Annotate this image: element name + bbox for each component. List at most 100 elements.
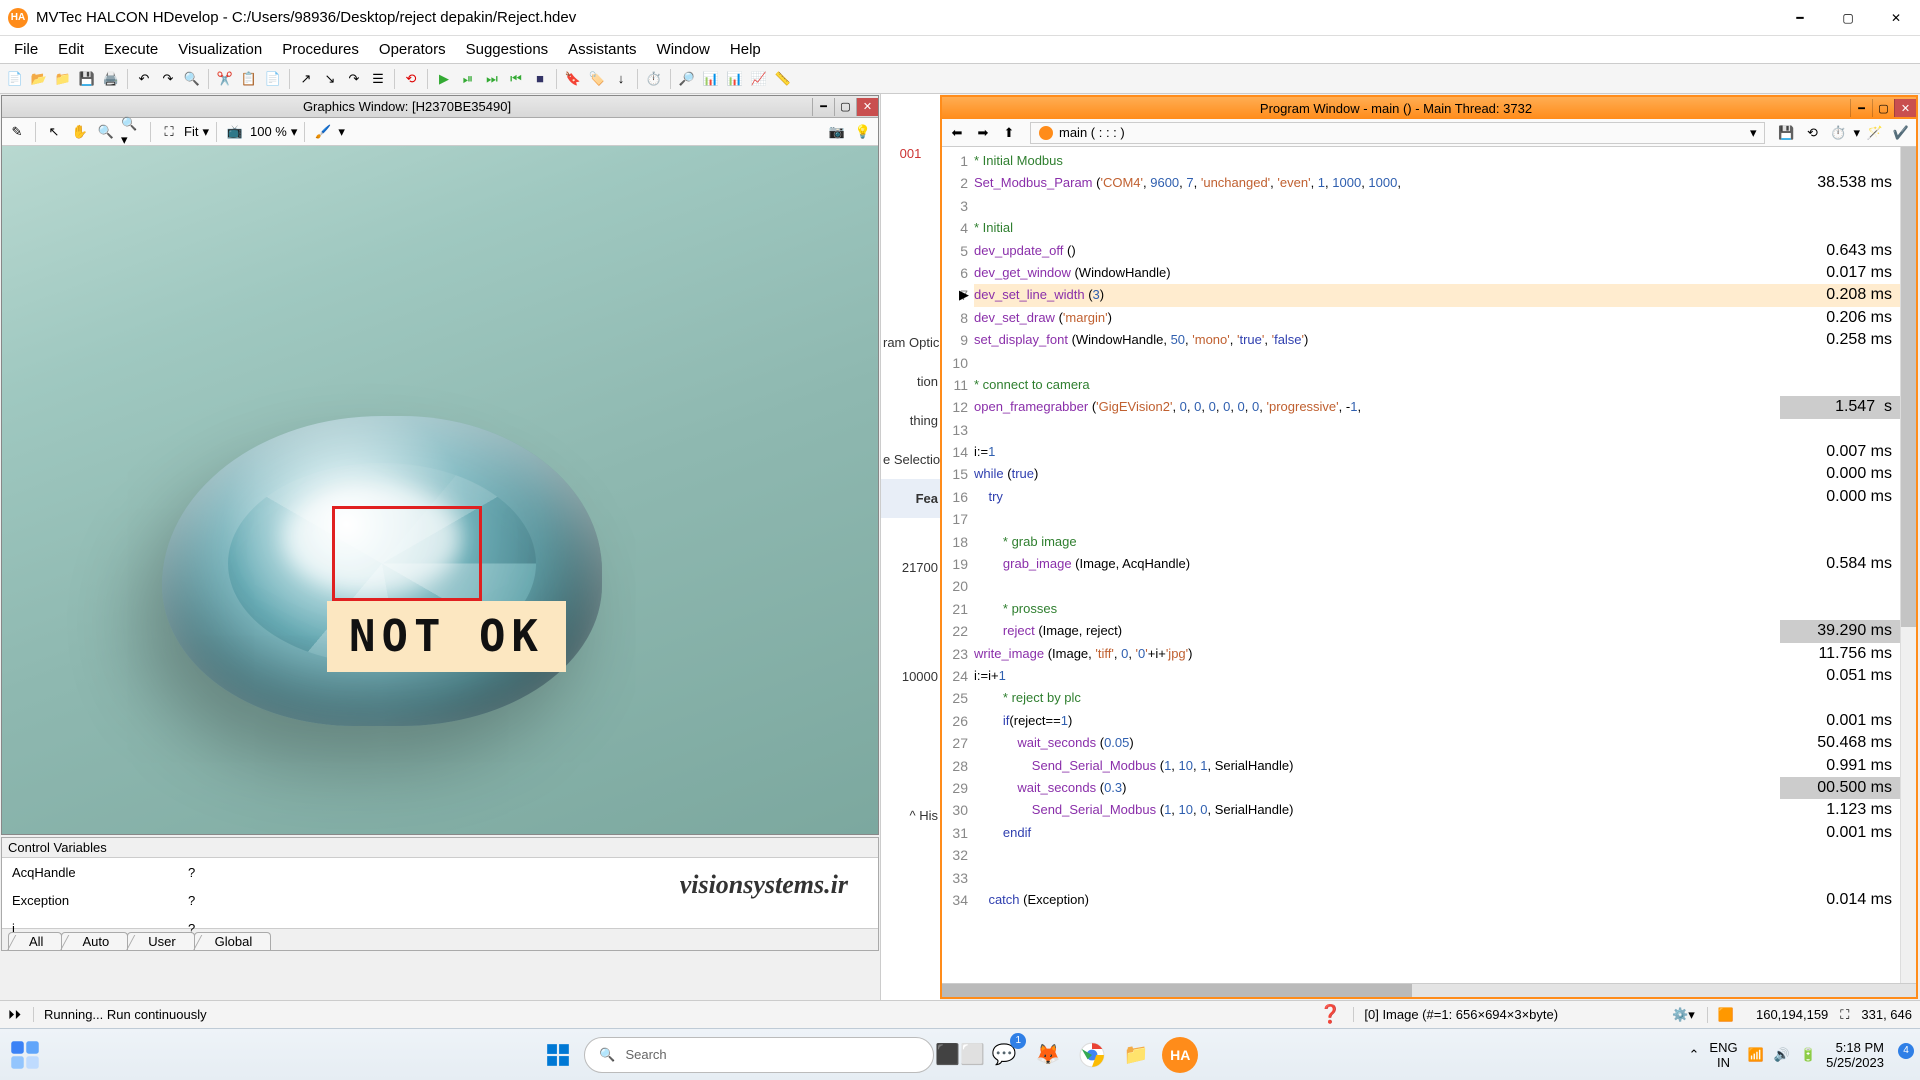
arrow-down-icon[interactable]: ↓: [610, 68, 632, 90]
code-line[interactable]: write_image (Image, 'tiff', 0, '0'+i+'jp…: [974, 643, 1900, 665]
menu-visualization[interactable]: Visualization: [168, 37, 272, 62]
maximize-button[interactable]: ▢: [1824, 0, 1872, 36]
list-icon[interactable]: ☰: [367, 68, 389, 90]
firefox-icon[interactable]: 🦊: [1030, 1037, 1066, 1073]
code-line[interactable]: wait_seconds (0.3)00.500 ms: [974, 777, 1900, 799]
task-view-icon[interactable]: ⬛⬜: [942, 1037, 978, 1073]
zoom-in-icon[interactable]: 🔍: [95, 121, 117, 143]
code-line[interactable]: * grab image: [974, 531, 1900, 553]
tab-global[interactable]: Global: [194, 932, 272, 950]
code-line[interactable]: dev_update_off ()0.643 ms: [974, 240, 1900, 262]
timer2-icon[interactable]: ⏱️: [1827, 122, 1849, 144]
code-line[interactable]: if(reject==1)0.001 ms: [974, 710, 1900, 732]
redo-icon[interactable]: ↷: [157, 68, 179, 90]
gw-maximize-button[interactable]: ▢: [834, 98, 856, 116]
code-line[interactable]: set_display_font (WindowHandle, 50, 'mon…: [974, 329, 1900, 351]
menu-help[interactable]: Help: [720, 37, 771, 62]
code-editor[interactable]: 1234567891011121314151617181920212223242…: [942, 147, 1916, 983]
code-line[interactable]: try0.000 ms: [974, 486, 1900, 508]
line-profile-icon[interactable]: 📈: [748, 68, 770, 90]
reload-icon[interactable]: ⟲: [1801, 122, 1823, 144]
pw-maximize-button[interactable]: ▢: [1872, 99, 1894, 117]
code-line[interactable]: dev_get_window (WindowHandle)0.017 ms: [974, 262, 1900, 284]
hand-icon[interactable]: ✋: [69, 121, 91, 143]
pointer-icon[interactable]: ↖: [43, 121, 65, 143]
gray-histogram-icon[interactable]: 📊: [700, 68, 722, 90]
code-line[interactable]: [974, 508, 1900, 530]
gw-close-button[interactable]: ✕: [856, 98, 878, 116]
code-line[interactable]: i:=10.007 ms: [974, 441, 1900, 463]
tab-all[interactable]: All: [8, 932, 62, 950]
language-indicator[interactable]: ENG IN: [1709, 1040, 1737, 1070]
paste-icon[interactable]: 📄: [262, 68, 284, 90]
nav-fwd-icon[interactable]: ➡: [972, 122, 994, 144]
gear-icon[interactable]: ⚙️▾: [1672, 1007, 1695, 1023]
new-icon[interactable]: 📄: [4, 68, 26, 90]
menu-operators[interactable]: Operators: [369, 37, 456, 62]
step-in-icon[interactable]: ↘: [319, 68, 341, 90]
code-line[interactable]: * prosses: [974, 598, 1900, 620]
open2-icon[interactable]: 📁: [52, 68, 74, 90]
feature-histogram-icon[interactable]: 📊: [724, 68, 746, 90]
fit-icon[interactable]: ⛶: [158, 121, 180, 143]
code-line[interactable]: wait_seconds (0.05)50.468 ms: [974, 732, 1900, 754]
nav-up-icon[interactable]: ⬆: [998, 122, 1020, 144]
start-button[interactable]: [540, 1037, 576, 1073]
bulb-icon[interactable]: 💡: [852, 121, 874, 143]
reset-icon[interactable]: ⟲: [400, 68, 422, 90]
clock[interactable]: 5:18 PM 5/25/2023: [1826, 1040, 1884, 1070]
chrome-icon[interactable]: [1074, 1037, 1110, 1073]
bookmark-icon[interactable]: 🏷️: [586, 68, 608, 90]
code-line[interactable]: [974, 195, 1900, 217]
hdevelop-task-icon[interactable]: HA: [1162, 1037, 1198, 1073]
code-line[interactable]: i:=i+10.051 ms: [974, 665, 1900, 687]
menu-suggestions[interactable]: Suggestions: [456, 37, 559, 62]
open-icon[interactable]: 📂: [28, 68, 50, 90]
save-icon[interactable]: 💾: [76, 68, 98, 90]
pw-close-button[interactable]: ✕: [1894, 99, 1916, 117]
menu-file[interactable]: File: [4, 37, 48, 62]
menu-edit[interactable]: Edit: [48, 37, 94, 62]
code-line[interactable]: [974, 867, 1900, 889]
menu-execute[interactable]: Execute: [94, 37, 168, 62]
fit-menu[interactable]: ▾: [202, 124, 209, 140]
print-icon[interactable]: 🖨️: [100, 68, 122, 90]
code-line[interactable]: ▶dev_set_line_width (3)0.208 ms: [974, 284, 1900, 306]
wifi-icon[interactable]: 📶: [1748, 1047, 1764, 1063]
find-icon[interactable]: 🔍: [181, 68, 203, 90]
code-line[interactable]: * reject by plc: [974, 687, 1900, 709]
code-line[interactable]: catch (Exception)0.014 ms: [974, 889, 1900, 911]
graphics-canvas[interactable]: NOT OK: [2, 146, 878, 834]
widgets-icon[interactable]: [10, 1040, 40, 1070]
code-line[interactable]: while (true)0.000 ms: [974, 463, 1900, 485]
close-button[interactable]: ✕: [1872, 0, 1920, 36]
code-line[interactable]: Send_Serial_Modbus (1, 10, 0, SerialHand…: [974, 799, 1900, 821]
save-proc-icon[interactable]: 💾: [1775, 122, 1797, 144]
battery-icon[interactable]: 🔋: [1800, 1047, 1816, 1063]
code-line[interactable]: [974, 575, 1900, 597]
stamp-icon[interactable]: ✔️: [1890, 122, 1912, 144]
taskbar-search[interactable]: 🔍 Search: [584, 1037, 934, 1073]
tab-auto[interactable]: Auto: [61, 932, 128, 950]
wand-icon[interactable]: 🪄: [1864, 122, 1886, 144]
code-line[interactable]: open_framegrabber ('GigEVision2', 0, 0, …: [974, 396, 1900, 418]
code-line[interactable]: reject (Image, reject)39.290 ms: [974, 620, 1900, 642]
run-line-icon[interactable]: ⏯: [457, 68, 479, 90]
tab-user[interactable]: User: [127, 932, 194, 950]
gw-minimize-button[interactable]: ━: [812, 98, 834, 116]
step-out-icon[interactable]: ↗: [295, 68, 317, 90]
cut-icon[interactable]: ✂️: [214, 68, 236, 90]
zoom-region-icon[interactable]: 🔎: [676, 68, 698, 90]
code-line[interactable]: [974, 844, 1900, 866]
step-icon[interactable]: ⏮: [505, 68, 527, 90]
code-line[interactable]: [974, 352, 1900, 374]
zoom-dropdown-icon[interactable]: 🔍▾: [121, 121, 143, 143]
paint-icon[interactable]: 🖌️: [312, 121, 334, 143]
measure-icon[interactable]: 📏: [772, 68, 794, 90]
pw-minimize-button[interactable]: ━: [1850, 99, 1872, 117]
vertical-scrollbar[interactable]: [1900, 147, 1916, 983]
program-window-titlebar[interactable]: Program Window - main () - Main Thread: …: [942, 97, 1916, 119]
volume-icon[interactable]: 🔊: [1774, 1047, 1790, 1063]
tray-chevron-icon[interactable]: ⌃: [1689, 1047, 1700, 1063]
zoom-menu[interactable]: ▾: [291, 124, 298, 140]
